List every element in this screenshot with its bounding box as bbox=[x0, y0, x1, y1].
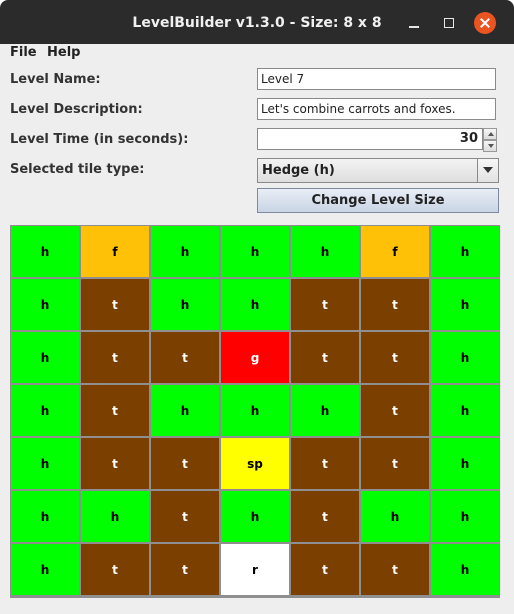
tile-grid-area: h f h h h f h h t h h t t h h t t g t t h h t h h h t h h t t sp t t h h h t h… bbox=[0, 220, 514, 614]
change-level-size-button[interactable]: Change Level Size bbox=[257, 188, 499, 213]
tile-cell[interactable]: h bbox=[361, 491, 429, 542]
tile-cell[interactable]: t bbox=[81, 544, 149, 595]
tile-cell[interactable]: f bbox=[81, 226, 149, 277]
tile-cell[interactable]: h bbox=[11, 544, 79, 595]
tile-cell[interactable]: h bbox=[11, 226, 79, 277]
window-title: LevelBuilder v1.3.0 - Size: 8 x 8 bbox=[132, 15, 382, 31]
tile-cell[interactable]: h bbox=[431, 226, 499, 277]
level-name-field[interactable]: Level 7 bbox=[257, 68, 496, 90]
level-name-label: Level Name: bbox=[10, 72, 101, 87]
tile-cell[interactable]: t bbox=[81, 385, 149, 436]
tile-cell[interactable]: t bbox=[361, 332, 429, 383]
close-icon[interactable] bbox=[474, 12, 496, 34]
tile-cell[interactable]: t bbox=[291, 438, 359, 489]
tile-cell[interactable]: h bbox=[11, 279, 79, 330]
tile-type-label: Selected tile type: bbox=[10, 162, 145, 177]
level-time-spinner[interactable]: 30 bbox=[257, 128, 483, 150]
tile-cell[interactable]: h bbox=[151, 279, 219, 330]
tile-cell[interactable]: r bbox=[221, 544, 289, 595]
tile-cell[interactable]: sp bbox=[221, 438, 289, 489]
tile-cell[interactable]: h bbox=[431, 544, 499, 595]
chevron-down-icon[interactable] bbox=[477, 159, 498, 182]
tile-cell[interactable]: h bbox=[431, 438, 499, 489]
tile-cell[interactable]: t bbox=[291, 491, 359, 542]
tile-cell[interactable]: t bbox=[361, 279, 429, 330]
tile-cell[interactable]: t bbox=[81, 332, 149, 383]
tile-cell[interactable]: t bbox=[361, 385, 429, 436]
tile-cell[interactable]: h bbox=[431, 491, 499, 542]
tile-cell[interactable]: h bbox=[11, 491, 79, 542]
tile-cell[interactable]: h bbox=[221, 385, 289, 436]
tile-grid: h f h h h f h h t h h t t h h t t g t t h h t h h h t h h t t sp t t h h h t h… bbox=[10, 225, 500, 598]
tile-cell[interactable]: h bbox=[291, 385, 359, 436]
tile-type-selected: Hedge (h) bbox=[262, 163, 335, 178]
time-spinner-buttons bbox=[483, 128, 497, 152]
tile-cell[interactable]: t bbox=[361, 438, 429, 489]
tile-cell[interactable]: h bbox=[11, 332, 79, 383]
tile-cell[interactable]: t bbox=[151, 438, 219, 489]
menu-help[interactable]: Help bbox=[47, 44, 80, 63]
tile-cell[interactable]: t bbox=[81, 438, 149, 489]
level-description-label: Level Description: bbox=[10, 102, 143, 117]
menu-bar: File Help bbox=[0, 44, 514, 63]
menu-file[interactable]: File bbox=[10, 44, 37, 63]
tile-cell[interactable]: h bbox=[221, 491, 289, 542]
tile-cell[interactable]: h bbox=[221, 226, 289, 277]
tile-cell[interactable]: h bbox=[151, 385, 219, 436]
levelbuilder-window: LevelBuilder v1.3.0 - Size: 8 x 8 File H… bbox=[0, 0, 514, 614]
tile-cell[interactable]: h bbox=[221, 279, 289, 330]
tile-cell[interactable]: t bbox=[291, 332, 359, 383]
level-description-field[interactable]: Let's combine carrots and foxes. bbox=[257, 98, 496, 120]
tile-cell[interactable]: h bbox=[431, 279, 499, 330]
level-time-label: Level Time (in seconds): bbox=[10, 132, 189, 147]
tile-cell[interactable]: h bbox=[431, 385, 499, 436]
tile-cell[interactable]: h bbox=[11, 438, 79, 489]
tile-cell[interactable]: t bbox=[291, 544, 359, 595]
tile-cell[interactable]: h bbox=[291, 226, 359, 277]
tile-cell[interactable]: h bbox=[11, 385, 79, 436]
minimize-icon[interactable] bbox=[403, 12, 425, 34]
tile-cell[interactable]: t bbox=[291, 279, 359, 330]
tile-cell[interactable]: h bbox=[81, 491, 149, 542]
tile-cell[interactable]: t bbox=[361, 544, 429, 595]
spinner-up-icon[interactable] bbox=[483, 128, 497, 140]
maximize-icon[interactable] bbox=[438, 12, 460, 34]
title-bar: LevelBuilder v1.3.0 - Size: 8 x 8 bbox=[0, 0, 514, 44]
tile-cell[interactable]: h bbox=[151, 226, 219, 277]
tile-cell[interactable]: h bbox=[431, 332, 499, 383]
tile-cell[interactable]: g bbox=[221, 332, 289, 383]
spinner-down-icon[interactable] bbox=[483, 140, 497, 152]
tile-type-dropdown[interactable]: Hedge (h) bbox=[257, 158, 499, 183]
tile-cell[interactable]: f bbox=[361, 226, 429, 277]
tile-cell[interactable]: t bbox=[151, 491, 219, 542]
tile-cell[interactable]: t bbox=[81, 279, 149, 330]
tile-cell[interactable]: t bbox=[151, 332, 219, 383]
tile-cell[interactable]: t bbox=[151, 544, 219, 595]
